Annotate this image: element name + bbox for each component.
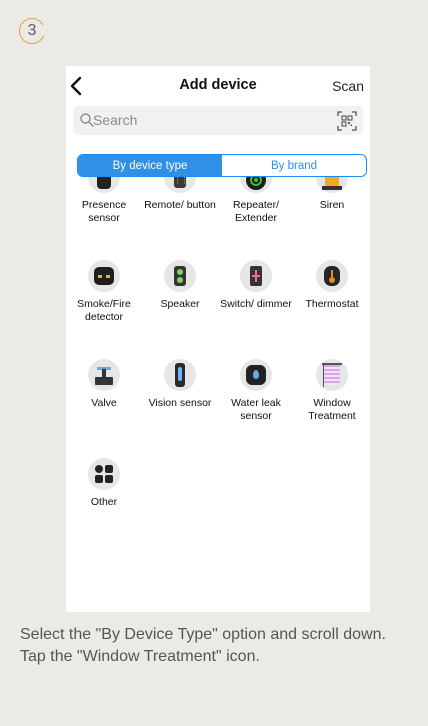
smoke-detector-icon	[88, 260, 120, 292]
device-remote-button[interactable]: Remote/ button	[142, 177, 218, 212]
device-other[interactable]: Other	[66, 458, 142, 509]
device-label: Switch/ dimmer	[220, 298, 292, 310]
device-label: Water leak sensor	[231, 397, 281, 423]
device-smoke-fire-detector[interactable]: Smoke/Fire detector	[66, 260, 142, 324]
device-label: Valve	[91, 397, 117, 409]
device-water-leak-sensor[interactable]: Water leak sensor	[218, 359, 294, 423]
device-label: Repeater/ Extender	[232, 199, 280, 225]
search-placeholder[interactable]: Search	[93, 112, 137, 128]
device-valve[interactable]: Valve	[66, 359, 142, 410]
device-label: Remote/ button	[144, 199, 216, 211]
siren-icon	[316, 177, 348, 193]
window-treatment-icon	[316, 359, 348, 391]
device-siren[interactable]: Siren	[294, 177, 370, 212]
scan-button[interactable]: Scan	[332, 78, 364, 94]
device-label: Thermostat	[305, 298, 359, 310]
search-bar[interactable]: Search	[73, 106, 363, 135]
repeater-icon	[240, 177, 272, 193]
switch-icon	[240, 260, 272, 292]
thermostat-icon	[316, 260, 348, 292]
step-number-badge: 3	[19, 18, 48, 44]
nav-bar: Add device Scan	[66, 66, 370, 106]
device-filter-segmented-control: By device type By brand	[77, 154, 367, 177]
step-number: 3	[27, 22, 37, 39]
instruction-card: 3 Add device Scan Search By device type …	[0, 0, 428, 726]
presence-sensor-icon	[88, 177, 120, 193]
device-label: Vision sensor	[148, 397, 212, 409]
page-title: Add device	[179, 77, 257, 93]
device-presence-sensor[interactable]: Presence sensor	[66, 177, 142, 225]
device-label: Window Treatment	[308, 397, 356, 423]
tab-by-device-type[interactable]: By device type	[78, 155, 222, 176]
device-type-grid: Presence sensor Remote/ button Repeater/…	[66, 177, 370, 597]
valve-icon	[88, 359, 120, 391]
instruction-caption: Select the "By Device Type" option and s…	[20, 626, 386, 665]
device-speaker[interactable]: Speaker	[142, 260, 218, 311]
device-switch-dimmer[interactable]: Switch/ dimmer	[218, 260, 294, 311]
device-label: Smoke/Fire detector	[77, 298, 131, 324]
device-repeater-extender[interactable]: Repeater/ Extender	[218, 177, 294, 225]
speaker-icon	[164, 260, 196, 292]
other-icon	[88, 458, 120, 490]
device-window-treatment[interactable]: Window Treatment	[294, 359, 370, 423]
remote-icon	[164, 177, 196, 193]
water-leak-icon	[240, 359, 272, 391]
vision-sensor-icon	[164, 359, 196, 391]
device-label: Other	[90, 496, 118, 508]
device-label: Speaker	[160, 298, 200, 310]
qr-scan-icon[interactable]	[337, 111, 357, 131]
device-vision-sensor[interactable]: Vision sensor	[142, 359, 218, 410]
device-label: Presence sensor	[81, 199, 127, 225]
phone-screen: Add device Scan Search By device type By…	[66, 66, 370, 612]
tab-by-brand[interactable]: By brand	[222, 155, 366, 176]
device-thermostat[interactable]: Thermostat	[294, 260, 370, 311]
device-label: Siren	[319, 199, 345, 211]
